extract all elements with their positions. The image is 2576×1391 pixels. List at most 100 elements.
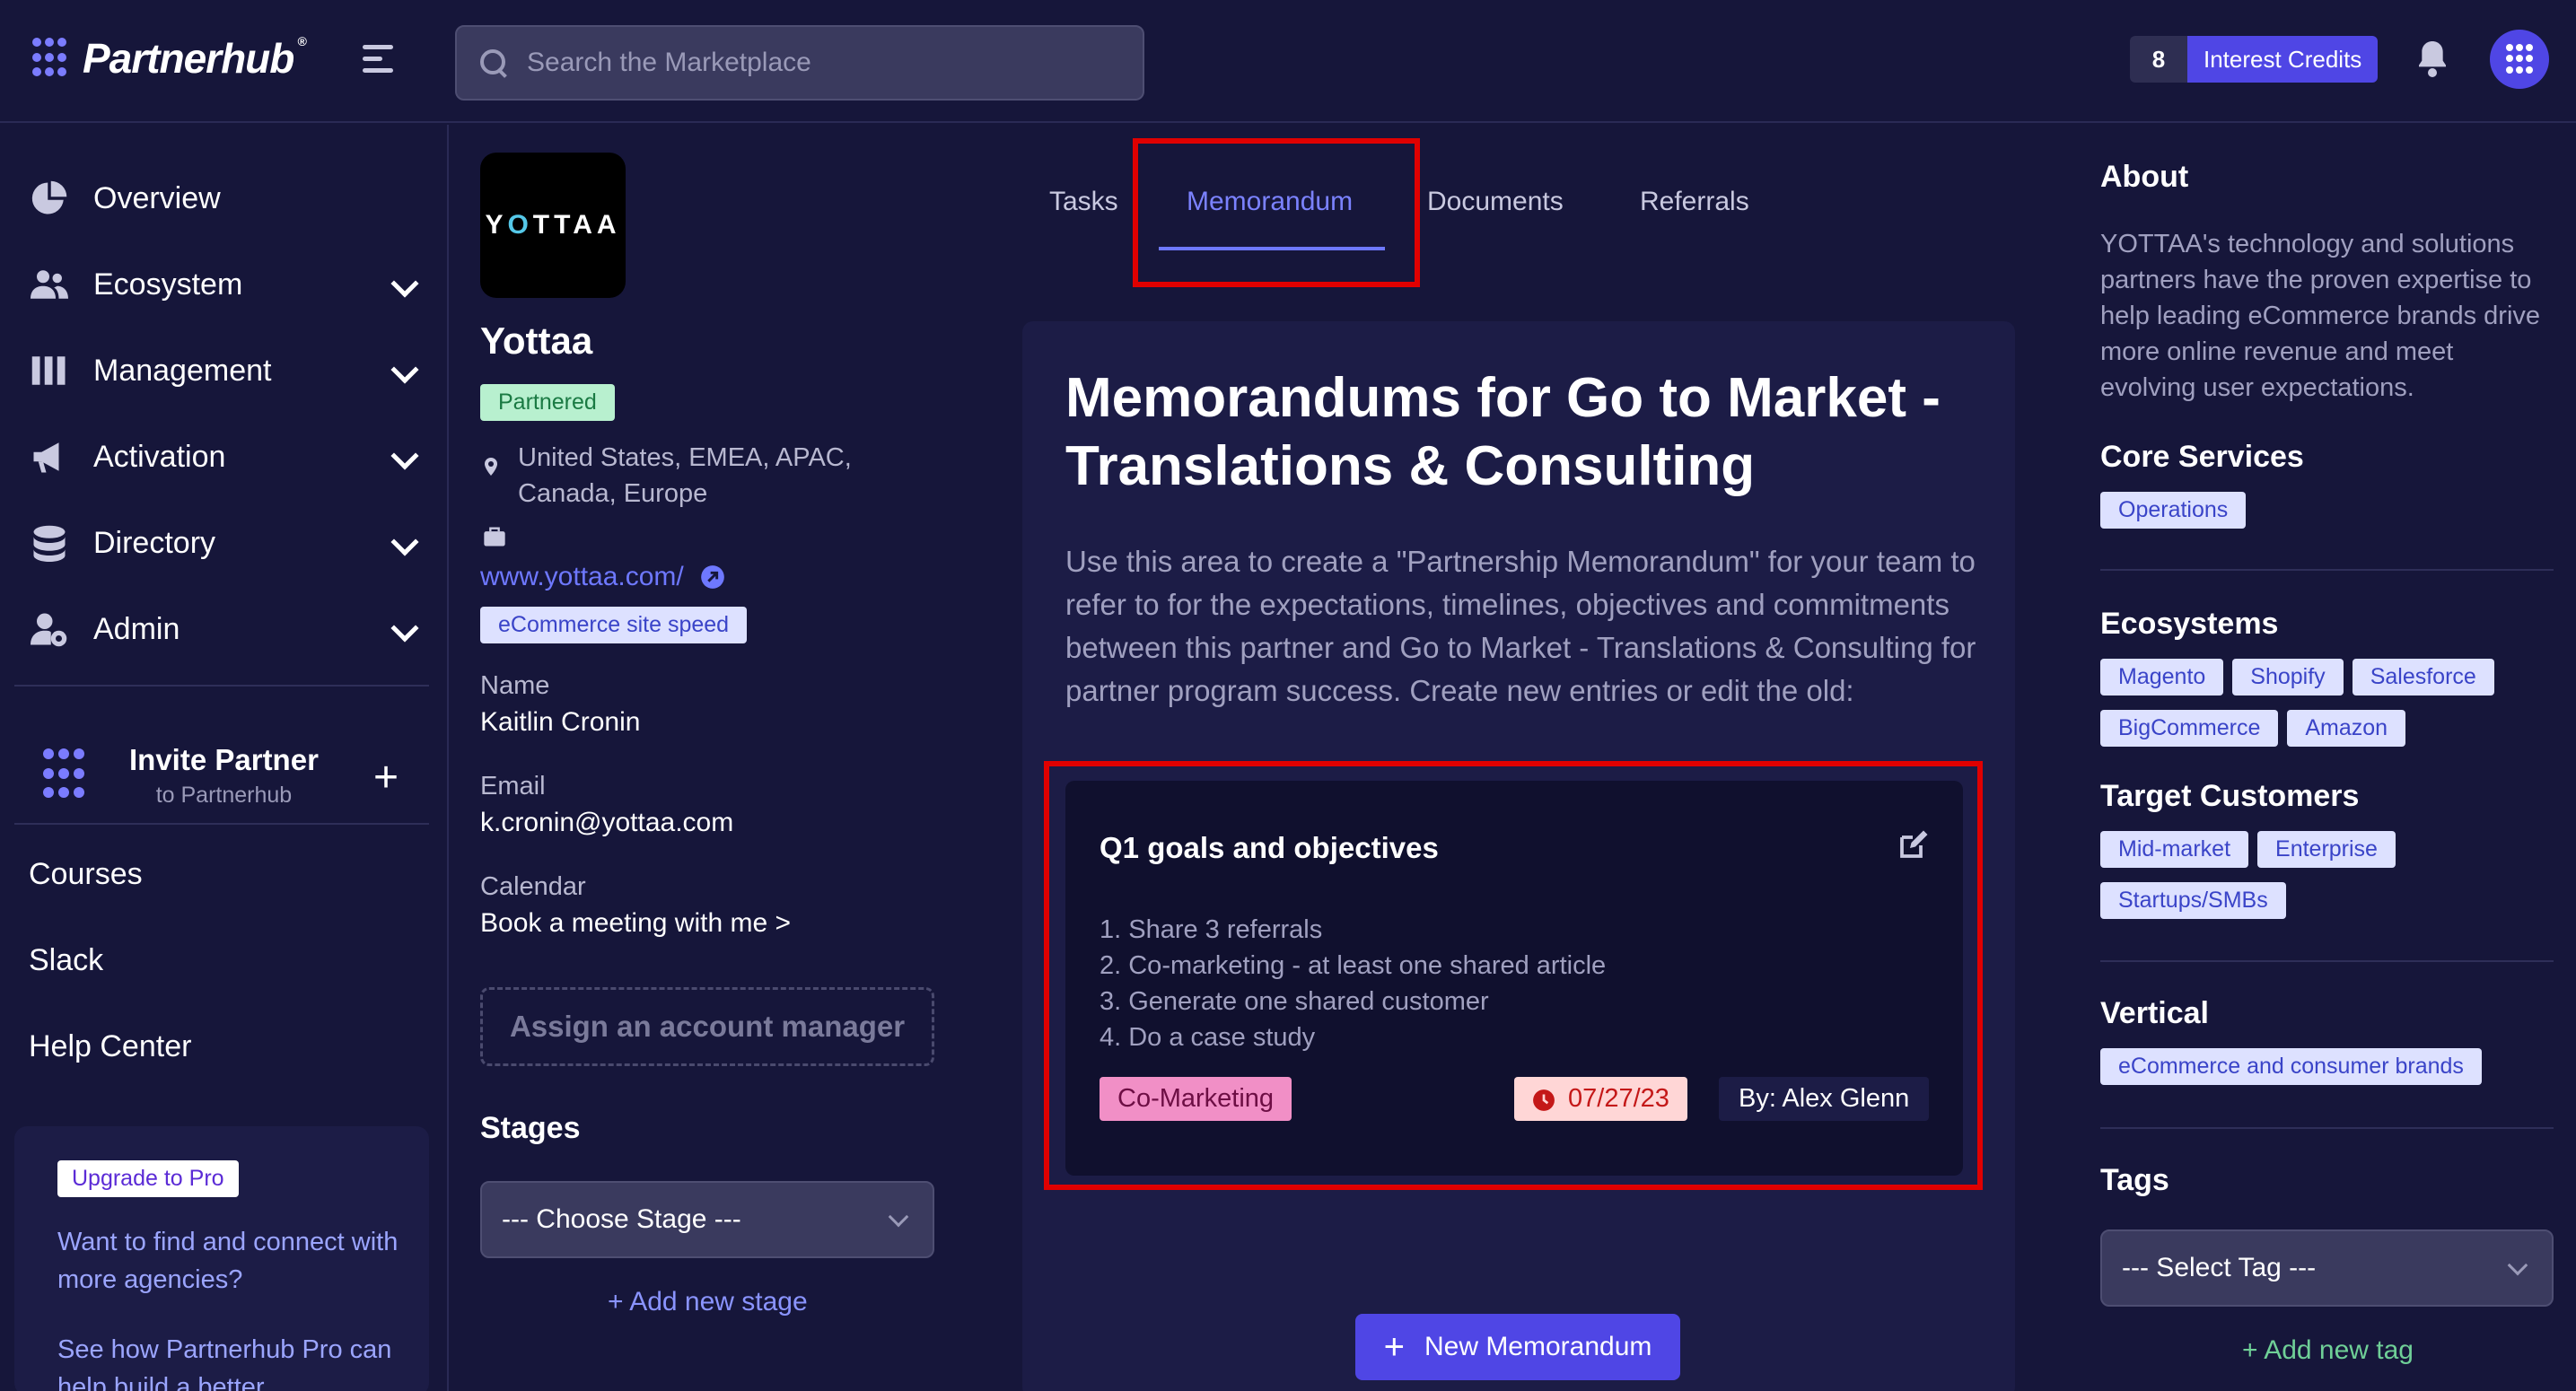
tab-tasks[interactable]: Tasks (1049, 187, 1118, 217)
top-bar: Partnerhub® 8 Interest Credits (0, 0, 2576, 123)
page-title: Memorandums for Go to Market - Translati… (1065, 367, 1941, 497)
sidebar-link-courses[interactable]: Courses (29, 857, 143, 892)
user-gear-icon (29, 608, 70, 650)
chip: eCommerce and consumer brands (2100, 1048, 2482, 1085)
sidebar-item-management[interactable]: Management (29, 344, 419, 398)
sidebar-item-activation[interactable]: Activation (29, 430, 419, 484)
tags-title: Tags (2100, 1163, 2169, 1197)
sidebar-link-slack[interactable]: Slack (29, 943, 103, 978)
tag-select-value: --- Select Tag --- (2122, 1253, 2317, 1282)
invite-subtitle: to Partnerhub (155, 782, 293, 808)
invite-partner[interactable]: Invite Partner to Partnerhub + (43, 717, 402, 834)
user-avatar[interactable] (2490, 30, 2549, 89)
chevron-down-icon (390, 614, 419, 643)
section-divider (2100, 1127, 2554, 1129)
status-badge: Partnered (480, 384, 615, 421)
tab-referrals[interactable]: Referrals (1640, 187, 1749, 217)
bars-icon (29, 350, 70, 391)
name-label: Name (480, 671, 550, 700)
sidebar-item-directory[interactable]: Directory (29, 516, 419, 570)
tab-documents[interactable]: Documents (1427, 187, 1564, 217)
menu-icon[interactable] (363, 45, 400, 75)
new-memorandum-button[interactable]: + New Memorandum (1355, 1314, 1680, 1380)
search-input[interactable] (527, 48, 1110, 78)
sidebar-divider (14, 685, 429, 687)
briefcase-icon (484, 527, 505, 547)
plus-icon: + (1383, 1327, 1405, 1367)
logo-dots-icon (32, 38, 68, 79)
sidebar-item-label: Admin (93, 611, 180, 646)
vertical-title: Vertical (2100, 996, 2209, 1030)
location-text: United States, EMEA, APAC, Canada, Europ… (518, 443, 852, 508)
sidebar-item-overview[interactable]: Overview (29, 171, 415, 225)
app-name: Partnerhub ® (83, 34, 307, 82)
promo-text-2: See how Partnerhub Pro can help build a … (57, 1335, 392, 1391)
promo-text: Want to find and connect with more agenc… (57, 1228, 399, 1294)
about-title: About (2100, 160, 2189, 194)
site-tag: eCommerce site speed (480, 607, 748, 643)
interest-credits[interactable]: 8 Interest Credits (2130, 36, 2379, 83)
sidebar-divider (14, 823, 429, 825)
calendar-label: Calendar (480, 872, 586, 901)
search-icon (478, 48, 509, 78)
company-location: United States, EMEA, APAC, Canada, Europ… (480, 440, 913, 512)
company-name: Yottaa (480, 319, 593, 362)
chevron-down-icon (390, 269, 419, 298)
sidebar-item-admin[interactable]: Admin (29, 602, 419, 656)
chevron-down-icon (390, 528, 419, 556)
sidebar: Overview Ecosystem Management Activation… (0, 125, 449, 1391)
ecosystems-chips: Magento Shopify Salesforce BigCommerce A… (2100, 659, 2567, 761)
highlight-box-memo (1044, 761, 1983, 1190)
chip: Mid-market (2100, 831, 2249, 868)
chip: Amazon (2287, 710, 2406, 747)
tag-select[interactable]: --- Select Tag --- (2100, 1229, 2554, 1307)
core-services-chips: Operations (2100, 492, 2567, 543)
name-value: Kaitlin Cronin (480, 707, 641, 737)
target-customers-chips: Mid-market Enterprise Startups/SMBs (2100, 831, 2567, 933)
invite-title: Invite Partner (129, 742, 319, 776)
stages-title: Stages (480, 1111, 581, 1145)
highlight-box-tab (1133, 138, 1420, 287)
website-link[interactable]: www.yottaa.com/ (480, 562, 684, 592)
company-profile: Y O TTAA Yottaa Partnered United States, E… (480, 153, 938, 1317)
company-logo: Y O TTAA (480, 153, 626, 298)
chevron-down-icon (390, 355, 419, 384)
sidebar-link-help-center[interactable]: Help Center (29, 1029, 191, 1064)
bell-icon[interactable] (2414, 39, 2450, 79)
section-divider (2100, 569, 2554, 571)
pin-icon (485, 458, 497, 476)
calendar-link[interactable]: Book a meeting with me > (480, 908, 791, 939)
sidebar-item-label: Ecosystem (93, 267, 243, 302)
database-icon (29, 522, 70, 564)
chevron-down-icon (2507, 1255, 2528, 1276)
sidebar-item-label: Activation (93, 439, 226, 474)
credits-label: Interest Credits (2187, 36, 2379, 83)
chip: Salesforce (2352, 659, 2494, 696)
assign-account-manager-button[interactable]: Assign an account manager (480, 987, 934, 1066)
chevron-down-icon (390, 442, 419, 470)
stage-select-value: --- Choose Stage --- (502, 1204, 741, 1234)
chip: Shopify (2232, 659, 2344, 696)
sidebar-item-ecosystem[interactable]: Ecosystem (29, 258, 419, 311)
plus-icon[interactable]: + (373, 753, 399, 802)
about-text: YOTTAA's technology and solutions partne… (2100, 230, 2541, 402)
section-divider (2100, 960, 2554, 962)
chip: Magento (2100, 659, 2224, 696)
upgrade-button[interactable]: Upgrade to Pro (57, 1160, 239, 1197)
search-bar[interactable] (455, 25, 1144, 101)
vertical-chips: eCommerce and consumer brands (2100, 1048, 2567, 1099)
chevron-down-icon (888, 1206, 909, 1228)
add-stage-link[interactable]: + Add new stage (608, 1287, 808, 1317)
app-logo[interactable]: Partnerhub ® (32, 34, 307, 83)
avatar-dots-icon (2506, 44, 2533, 74)
partnerhub-dots-icon (43, 748, 88, 802)
add-tag-link[interactable]: + Add new tag (2242, 1335, 2414, 1366)
external-link-icon[interactable] (700, 564, 725, 590)
panel-description: Use this area to create a "Partnership M… (1065, 545, 1976, 707)
chip: Operations (2100, 492, 2247, 529)
email-value[interactable]: k.cronin@yottaa.com (480, 808, 733, 838)
stage-select[interactable]: --- Choose Stage --- (480, 1181, 934, 1258)
credits-count: 8 (2130, 36, 2187, 83)
chip: BigCommerce (2100, 710, 2279, 747)
company-website[interactable]: www.yottaa.com/ (480, 562, 725, 592)
